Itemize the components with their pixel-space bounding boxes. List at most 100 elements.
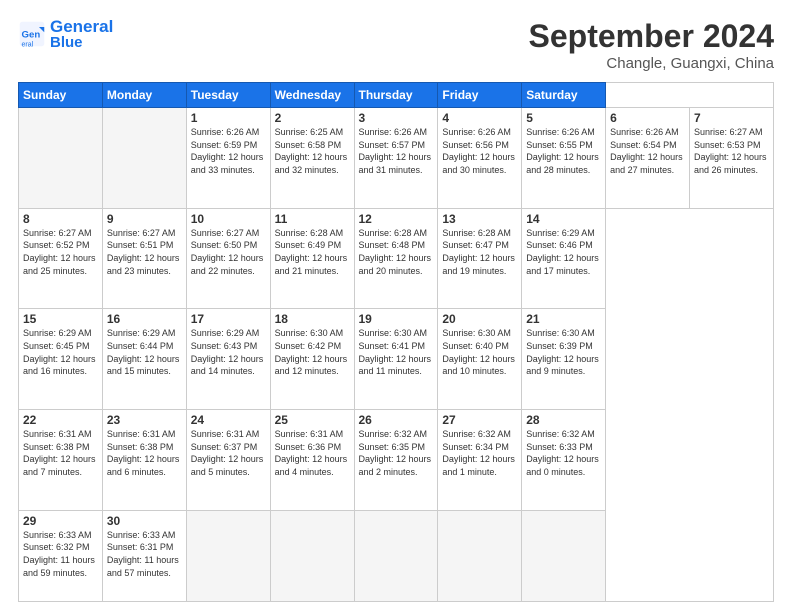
calendar-cell: 28Sunrise: 6:32 AMSunset: 6:33 PMDayligh… (522, 410, 606, 511)
calendar-week-row: 8Sunrise: 6:27 AMSunset: 6:52 PMDaylight… (19, 208, 774, 309)
day-info: Sunrise: 6:28 AMSunset: 6:49 PMDaylight:… (275, 227, 350, 277)
calendar-cell: 9Sunrise: 6:27 AMSunset: 6:51 PMDaylight… (102, 208, 186, 309)
day-number: 7 (694, 111, 769, 125)
calendar-cell: 22Sunrise: 6:31 AMSunset: 6:38 PMDayligh… (19, 410, 103, 511)
calendar-cell: 20Sunrise: 6:30 AMSunset: 6:40 PMDayligh… (438, 309, 522, 410)
calendar-cell: 25Sunrise: 6:31 AMSunset: 6:36 PMDayligh… (270, 410, 354, 511)
day-info: Sunrise: 6:27 AMSunset: 6:53 PMDaylight:… (694, 126, 769, 176)
day-info: Sunrise: 6:32 AMSunset: 6:34 PMDaylight:… (442, 428, 517, 478)
day-number: 12 (359, 212, 434, 226)
day-info: Sunrise: 6:33 AMSunset: 6:31 PMDaylight:… (107, 529, 182, 579)
day-info: Sunrise: 6:31 AMSunset: 6:37 PMDaylight:… (191, 428, 266, 478)
day-number: 22 (23, 413, 98, 427)
calendar-cell: 13Sunrise: 6:28 AMSunset: 6:47 PMDayligh… (438, 208, 522, 309)
weekday-header: Friday (438, 83, 522, 108)
calendar-cell: 12Sunrise: 6:28 AMSunset: 6:48 PMDayligh… (354, 208, 438, 309)
calendar-cell: 8Sunrise: 6:27 AMSunset: 6:52 PMDaylight… (19, 208, 103, 309)
day-number: 8 (23, 212, 98, 226)
day-info: Sunrise: 6:26 AMSunset: 6:55 PMDaylight:… (526, 126, 601, 176)
day-number: 18 (275, 312, 350, 326)
calendar-week-row: 22Sunrise: 6:31 AMSunset: 6:38 PMDayligh… (19, 410, 774, 511)
day-number: 27 (442, 413, 517, 427)
day-info: Sunrise: 6:29 AMSunset: 6:46 PMDaylight:… (526, 227, 601, 277)
calendar-cell: 16Sunrise: 6:29 AMSunset: 6:44 PMDayligh… (102, 309, 186, 410)
calendar-cell (102, 108, 186, 209)
day-info: Sunrise: 6:33 AMSunset: 6:32 PMDaylight:… (23, 529, 98, 579)
day-info: Sunrise: 6:26 AMSunset: 6:54 PMDaylight:… (610, 126, 685, 176)
logo: Gen eral General Blue (18, 18, 113, 50)
day-info: Sunrise: 6:32 AMSunset: 6:35 PMDaylight:… (359, 428, 434, 478)
page: Gen eral General Blue September 2024 Cha… (0, 0, 792, 612)
calendar-cell: 23Sunrise: 6:31 AMSunset: 6:38 PMDayligh… (102, 410, 186, 511)
day-info: Sunrise: 6:31 AMSunset: 6:36 PMDaylight:… (275, 428, 350, 478)
svg-text:Gen: Gen (22, 30, 41, 41)
day-number: 17 (191, 312, 266, 326)
day-info: Sunrise: 6:30 AMSunset: 6:40 PMDaylight:… (442, 327, 517, 377)
day-number: 30 (107, 514, 182, 528)
calendar-week-row: 15Sunrise: 6:29 AMSunset: 6:45 PMDayligh… (19, 309, 774, 410)
day-info: Sunrise: 6:31 AMSunset: 6:38 PMDaylight:… (107, 428, 182, 478)
calendar-cell: 11Sunrise: 6:28 AMSunset: 6:49 PMDayligh… (270, 208, 354, 309)
day-info: Sunrise: 6:25 AMSunset: 6:58 PMDaylight:… (275, 126, 350, 176)
day-info: Sunrise: 6:29 AMSunset: 6:45 PMDaylight:… (23, 327, 98, 377)
month-title: September 2024 (529, 18, 774, 55)
day-info: Sunrise: 6:26 AMSunset: 6:56 PMDaylight:… (442, 126, 517, 176)
day-number: 16 (107, 312, 182, 326)
day-number: 15 (23, 312, 98, 326)
day-number: 9 (107, 212, 182, 226)
day-info: Sunrise: 6:31 AMSunset: 6:38 PMDaylight:… (23, 428, 98, 478)
day-number: 4 (442, 111, 517, 125)
day-number: 10 (191, 212, 266, 226)
day-number: 13 (442, 212, 517, 226)
calendar-cell: 18Sunrise: 6:30 AMSunset: 6:42 PMDayligh… (270, 309, 354, 410)
day-info: Sunrise: 6:27 AMSunset: 6:51 PMDaylight:… (107, 227, 182, 277)
calendar-cell: 26Sunrise: 6:32 AMSunset: 6:35 PMDayligh… (354, 410, 438, 511)
calendar-table: SundayMondayTuesdayWednesdayThursdayFrid… (18, 82, 774, 602)
day-number: 19 (359, 312, 434, 326)
day-number: 6 (610, 111, 685, 125)
calendar-cell: 19Sunrise: 6:30 AMSunset: 6:41 PMDayligh… (354, 309, 438, 410)
day-number: 1 (191, 111, 266, 125)
calendar-cell: 14Sunrise: 6:29 AMSunset: 6:46 PMDayligh… (522, 208, 606, 309)
header: Gen eral General Blue September 2024 Cha… (18, 18, 774, 72)
day-info: Sunrise: 6:27 AMSunset: 6:52 PMDaylight:… (23, 227, 98, 277)
day-number: 25 (275, 413, 350, 427)
day-info: Sunrise: 6:30 AMSunset: 6:42 PMDaylight:… (275, 327, 350, 377)
calendar-cell (522, 510, 606, 601)
logo-text: General Blue (50, 18, 113, 50)
day-info: Sunrise: 6:27 AMSunset: 6:50 PMDaylight:… (191, 227, 266, 277)
calendar-cell: 6Sunrise: 6:26 AMSunset: 6:54 PMDaylight… (606, 108, 690, 209)
weekday-header: Wednesday (270, 83, 354, 108)
weekday-header: Monday (102, 83, 186, 108)
calendar-cell: 5Sunrise: 6:26 AMSunset: 6:55 PMDaylight… (522, 108, 606, 209)
calendar-cell (354, 510, 438, 601)
calendar-cell: 21Sunrise: 6:30 AMSunset: 6:39 PMDayligh… (522, 309, 606, 410)
day-number: 5 (526, 111, 601, 125)
day-info: Sunrise: 6:30 AMSunset: 6:41 PMDaylight:… (359, 327, 434, 377)
logo-icon: Gen eral (18, 20, 46, 48)
day-number: 11 (275, 212, 350, 226)
calendar-week-row: 29Sunrise: 6:33 AMSunset: 6:32 PMDayligh… (19, 510, 774, 601)
day-number: 28 (526, 413, 601, 427)
calendar-header-row: SundayMondayTuesdayWednesdayThursdayFrid… (19, 83, 774, 108)
day-number: 23 (107, 413, 182, 427)
calendar-cell: 24Sunrise: 6:31 AMSunset: 6:37 PMDayligh… (186, 410, 270, 511)
calendar-cell: 29Sunrise: 6:33 AMSunset: 6:32 PMDayligh… (19, 510, 103, 601)
calendar-cell: 1Sunrise: 6:26 AMSunset: 6:59 PMDaylight… (186, 108, 270, 209)
day-info: Sunrise: 6:30 AMSunset: 6:39 PMDaylight:… (526, 327, 601, 377)
day-info: Sunrise: 6:29 AMSunset: 6:43 PMDaylight:… (191, 327, 266, 377)
calendar-cell (19, 108, 103, 209)
day-info: Sunrise: 6:28 AMSunset: 6:47 PMDaylight:… (442, 227, 517, 277)
day-info: Sunrise: 6:28 AMSunset: 6:48 PMDaylight:… (359, 227, 434, 277)
calendar-cell (438, 510, 522, 601)
calendar-cell: 2Sunrise: 6:25 AMSunset: 6:58 PMDaylight… (270, 108, 354, 209)
day-info: Sunrise: 6:29 AMSunset: 6:44 PMDaylight:… (107, 327, 182, 377)
day-number: 3 (359, 111, 434, 125)
weekday-header: Thursday (354, 83, 438, 108)
weekday-header: Tuesday (186, 83, 270, 108)
calendar-cell: 3Sunrise: 6:26 AMSunset: 6:57 PMDaylight… (354, 108, 438, 209)
calendar-week-row: 1Sunrise: 6:26 AMSunset: 6:59 PMDaylight… (19, 108, 774, 209)
calendar-cell: 17Sunrise: 6:29 AMSunset: 6:43 PMDayligh… (186, 309, 270, 410)
day-number: 21 (526, 312, 601, 326)
day-info: Sunrise: 6:26 AMSunset: 6:57 PMDaylight:… (359, 126, 434, 176)
